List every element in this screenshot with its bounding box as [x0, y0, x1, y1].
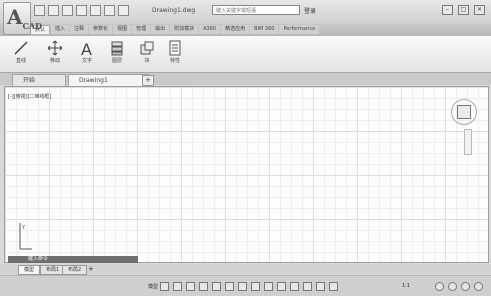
new-file-icon[interactable]	[34, 5, 45, 16]
annotation-scale[interactable]: 1:1	[402, 283, 410, 289]
app-logo-sub: CAD	[22, 21, 43, 31]
tab-featured-apps[interactable]: 精选应用	[221, 25, 250, 34]
layout-tab-bar: 模型 布局1 布局2 +	[0, 264, 491, 275]
properties-button-label: 特性	[169, 58, 180, 64]
window-controls: – □ ×	[442, 5, 485, 15]
tab-view[interactable]: 视图	[113, 25, 132, 34]
3d-osnap-icon[interactable]	[303, 282, 312, 291]
dynamic-ucs-icon[interactable]	[238, 282, 247, 291]
viewcube-icon	[457, 105, 471, 119]
block-button[interactable]: 块	[134, 38, 160, 70]
navigation-bar[interactable]	[464, 129, 472, 155]
selection-cycling-icon[interactable]	[290, 282, 299, 291]
hardware-acceleration-icon[interactable]	[448, 282, 457, 291]
viewport-controls[interactable]: [-][俯视][二维线框]	[8, 93, 52, 100]
move-button[interactable]: 移动	[42, 38, 68, 70]
ribbon-tabs: 默认 插入 注释 参数化 视图 管理 输出 附加模块 A360 精选应用 BIM…	[30, 25, 320, 34]
lineweight-icon[interactable]	[264, 282, 273, 291]
layer-icon	[111, 41, 123, 56]
layer-button-label: 图层	[111, 58, 122, 64]
workspace-icon[interactable]	[435, 282, 444, 291]
ribbon-panel: 直线 移动 A 文字 图层 块 特性	[0, 36, 491, 106]
otrack-icon[interactable]	[225, 282, 234, 291]
tab-parametric[interactable]: 参数化	[89, 25, 113, 34]
tab-model[interactable]: 模型	[18, 265, 41, 275]
add-layout-icon[interactable]: +	[88, 266, 94, 273]
model-space-toggle[interactable]: 模型	[148, 283, 158, 290]
snap-icon[interactable]	[173, 282, 182, 291]
open-file-icon[interactable]	[48, 5, 59, 16]
properties-button[interactable]: 特性	[162, 38, 188, 70]
application-menu-button[interactable]: ACAD	[3, 2, 42, 35]
tab-drawing1[interactable]: Drawing1	[68, 74, 150, 86]
file-tab-bar: 开始 Drawing1 +	[0, 73, 491, 86]
save-icon[interactable]	[62, 5, 73, 16]
auto-scale-icon[interactable]	[329, 282, 338, 291]
tab-start[interactable]: 开始	[12, 74, 66, 86]
quick-access-toolbar	[34, 5, 129, 16]
line-button-label: 直线	[15, 58, 26, 64]
layer-button[interactable]: 图层	[104, 38, 130, 70]
customize-icon[interactable]	[474, 282, 483, 291]
print-icon[interactable]	[90, 5, 101, 16]
text-button[interactable]: A 文字	[74, 38, 100, 70]
tab-annotate[interactable]: 注释	[70, 25, 89, 34]
redo-icon[interactable]	[118, 5, 129, 16]
search-input[interactable]: 键入关键字或短语	[212, 5, 300, 15]
text-icon: A	[81, 40, 92, 56]
transparency-icon[interactable]	[277, 282, 286, 291]
maximize-icon[interactable]: □	[458, 5, 469, 15]
dynamic-input-icon[interactable]	[251, 282, 260, 291]
tab-addins[interactable]: 附加模块	[170, 25, 199, 34]
tab-bim360[interactable]: BIM 360	[250, 25, 279, 34]
ucs-icon: Y	[19, 223, 32, 250]
ortho-icon[interactable]	[186, 282, 195, 291]
tab-a360[interactable]: A360	[199, 25, 221, 34]
isolate-objects-icon[interactable]	[461, 282, 470, 291]
sign-in-button[interactable]: 登录	[304, 6, 316, 15]
drafting-toggles	[160, 282, 338, 291]
svg-text:A: A	[81, 40, 92, 56]
grid-icon[interactable]	[160, 282, 169, 291]
move-button-label: 移动	[49, 58, 60, 64]
app-logo-letter: A	[7, 5, 23, 29]
save-as-icon[interactable]	[76, 5, 87, 16]
svg-text:Y: Y	[21, 225, 26, 231]
tab-layout2[interactable]: 布局2	[62, 265, 88, 275]
block-icon	[140, 41, 154, 55]
close-icon[interactable]: ×	[474, 5, 485, 15]
status-bar: 模型 1:1	[0, 275, 491, 296]
block-button-label: 块	[144, 58, 150, 64]
text-button-label: 文字	[81, 58, 92, 64]
command-line-input[interactable]: 键入命令	[8, 256, 138, 263]
document-title: Drawing1.dwg	[152, 7, 196, 14]
viewcube[interactable]	[450, 99, 477, 125]
polar-icon[interactable]	[199, 282, 208, 291]
tab-manage[interactable]: 管理	[132, 25, 151, 34]
status-right-tools	[435, 282, 483, 291]
osnap-icon[interactable]	[212, 282, 221, 291]
move-icon	[47, 40, 63, 56]
title-bar: ACAD Drawing1.dwg 键入关键字或短语 登录 – □ ×	[0, 0, 491, 35]
tab-output[interactable]: 输出	[151, 25, 170, 34]
line-icon	[14, 41, 28, 55]
undo-icon[interactable]	[104, 5, 115, 16]
line-button[interactable]: 直线	[8, 38, 34, 70]
minimize-icon[interactable]: –	[442, 5, 453, 15]
tab-performance[interactable]: Performance	[279, 25, 320, 34]
annotation-visibility-icon[interactable]	[316, 282, 325, 291]
drawing-area[interactable]: [-][俯视][二维线框] Y	[4, 86, 489, 263]
tab-insert[interactable]: 插入	[51, 25, 70, 34]
properties-icon	[169, 40, 181, 56]
new-tab-icon[interactable]: +	[142, 75, 154, 86]
